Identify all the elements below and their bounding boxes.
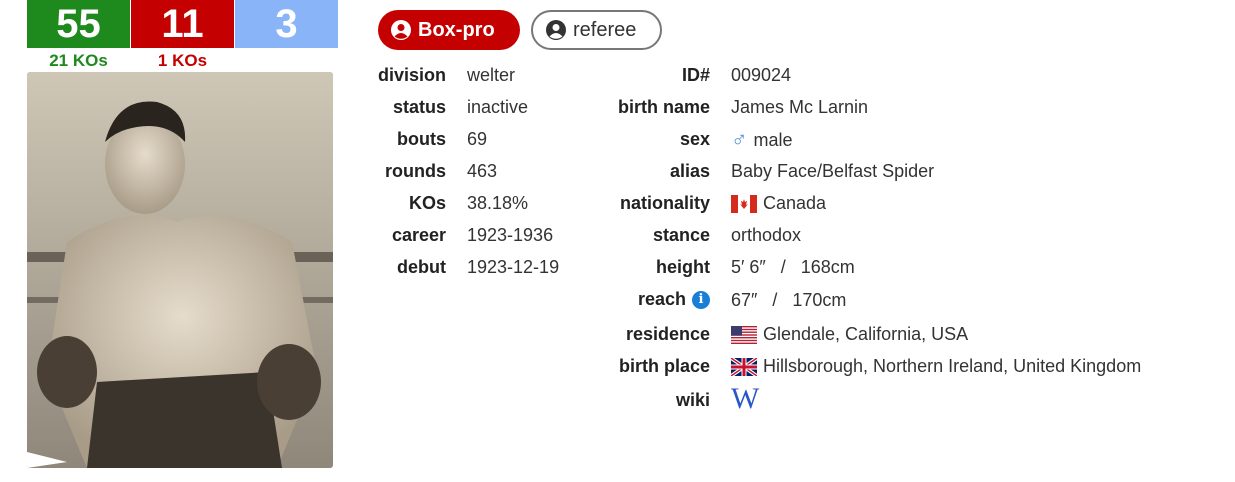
kos-label: KOs bbox=[408, 193, 446, 213]
rounds-label: rounds bbox=[385, 161, 446, 181]
birth-place-text: Hillsborough, Northern Ireland, United K… bbox=[763, 356, 1142, 376]
residence-label: residence bbox=[625, 324, 710, 344]
residence-value: Glendale, California, USA bbox=[731, 324, 968, 345]
losses-kos: 1 KOs bbox=[157, 51, 208, 70]
status-label: status bbox=[392, 97, 446, 117]
draws-count: 3 bbox=[235, 0, 338, 48]
career-value: 1923-1936 bbox=[467, 225, 554, 245]
debut-label: debut bbox=[397, 257, 446, 277]
sex-label: sex bbox=[679, 129, 710, 149]
status-value: inactive bbox=[467, 97, 529, 117]
wikipedia-icon[interactable]: W bbox=[731, 384, 759, 414]
reach-label: reach i bbox=[638, 289, 710, 310]
stance-label: stance bbox=[652, 225, 710, 245]
male-symbol-icon: ♂ bbox=[731, 127, 748, 152]
alias-value: Baby Face/Belfast Spider bbox=[731, 161, 935, 181]
sex-value: ♂ male bbox=[731, 127, 793, 153]
birth-name-label: birth name bbox=[617, 97, 710, 117]
residence-text: Glendale, California, USA bbox=[763, 324, 969, 344]
usa-flag-icon bbox=[731, 325, 757, 344]
box-pro-label: Box-pro bbox=[418, 18, 495, 41]
wins-kos: 21 KOs bbox=[49, 51, 108, 70]
reach-label-text: reach bbox=[637, 289, 686, 309]
birth-place-label: birth place bbox=[618, 356, 710, 376]
sex-text: male bbox=[753, 129, 793, 150]
box-pro-button[interactable]: Box-pro bbox=[378, 10, 520, 50]
id-label: ID# bbox=[681, 65, 710, 85]
bouts-value: 69 bbox=[467, 129, 488, 149]
nationality-value: Canada bbox=[731, 193, 826, 214]
referee-button[interactable]: referee bbox=[531, 10, 662, 50]
kos-value: 38.18% bbox=[467, 193, 529, 213]
birth-name-value: James Mc Larnin bbox=[731, 97, 869, 117]
height-label: height bbox=[656, 257, 710, 277]
division-label: division bbox=[377, 65, 446, 85]
uk-flag-icon bbox=[731, 357, 757, 376]
rounds-value: 463 bbox=[467, 161, 498, 181]
stance-value: orthodox bbox=[731, 225, 802, 245]
info-icon[interactable]: i bbox=[692, 291, 710, 310]
user-circle-icon bbox=[391, 20, 411, 40]
height-value: 5′ 6″ / 168cm bbox=[731, 257, 855, 277]
bouts-label: bouts bbox=[397, 129, 446, 149]
wiki-value: W bbox=[731, 384, 759, 414]
division-value: welter bbox=[467, 65, 516, 85]
debut-value: 1923-12-19 bbox=[467, 257, 560, 277]
id-value: 009024 bbox=[731, 65, 792, 85]
career-label: career bbox=[391, 225, 446, 245]
user-circle-icon bbox=[546, 20, 566, 40]
nationality-text: Canada bbox=[763, 193, 827, 213]
alias-label: alias bbox=[669, 161, 710, 181]
losses-count: 11 bbox=[131, 0, 234, 48]
reach-value: 67″ / 170cm bbox=[731, 290, 847, 310]
wins-count: 55 bbox=[27, 0, 130, 48]
wiki-label: wiki bbox=[675, 390, 710, 410]
nationality-label: nationality bbox=[619, 193, 710, 213]
canada-flag-icon bbox=[731, 194, 757, 213]
birth-place-value: Hillsborough, Northern Ireland, United K… bbox=[731, 356, 1141, 377]
boxer-photo bbox=[27, 72, 333, 468]
referee-label: referee bbox=[573, 18, 637, 41]
